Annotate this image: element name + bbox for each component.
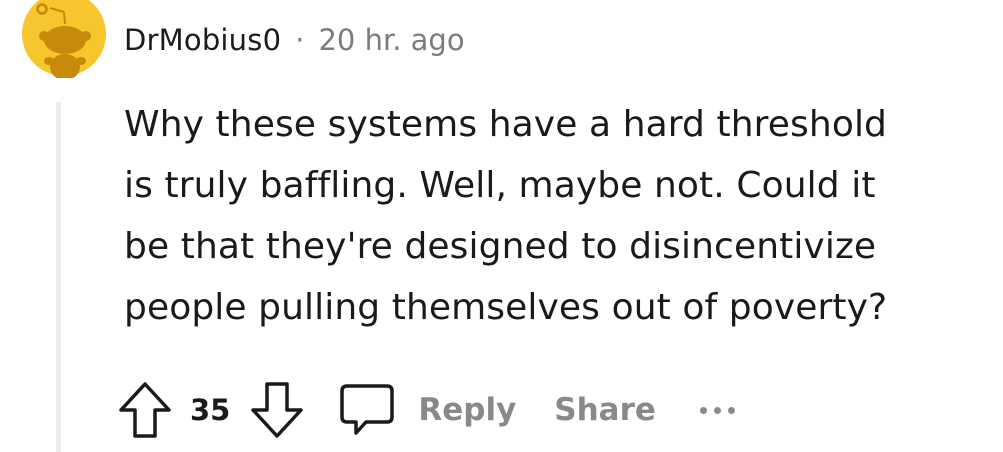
downvote-arrow-icon <box>251 382 304 438</box>
comment-action-bar: 35 Reply Share <box>116 378 735 442</box>
more-dot <box>699 406 707 414</box>
reply-label: Reply <box>418 392 517 428</box>
comment-body-line: people pulling themselves out of poverty… <box>124 287 888 328</box>
snoo-avatar-icon[interactable] <box>18 0 110 80</box>
downvote-button[interactable] <box>248 380 306 440</box>
comment-bubble-icon <box>340 384 395 435</box>
thread-collapse-line[interactable] <box>56 102 61 452</box>
reply-button[interactable]: Reply <box>338 380 516 440</box>
upvote-arrow-icon <box>119 382 171 438</box>
more-dot <box>727 406 735 414</box>
more-options-icon[interactable] <box>699 395 735 425</box>
username-link[interactable]: DrMobius0 <box>124 23 281 57</box>
vote-count: 35 <box>190 393 231 427</box>
comment-body-line: Why these systems have a hard threshold <box>124 104 887 145</box>
meta-separator: · <box>295 23 305 57</box>
comment-body: Why these systems have a hard threshold … <box>124 94 984 338</box>
more-dot <box>713 406 721 414</box>
comment-timestamp[interactable]: 20 hr. ago <box>318 23 464 57</box>
comment-header: DrMobius0 · 20 hr. ago <box>124 18 465 62</box>
comment-body-line: be that they're designed to disincentivi… <box>124 226 877 267</box>
share-button[interactable]: Share <box>554 392 656 428</box>
comment-body-line: is truly baffling. Well, maybe not. Coul… <box>124 165 876 206</box>
upvote-button[interactable] <box>116 380 174 440</box>
